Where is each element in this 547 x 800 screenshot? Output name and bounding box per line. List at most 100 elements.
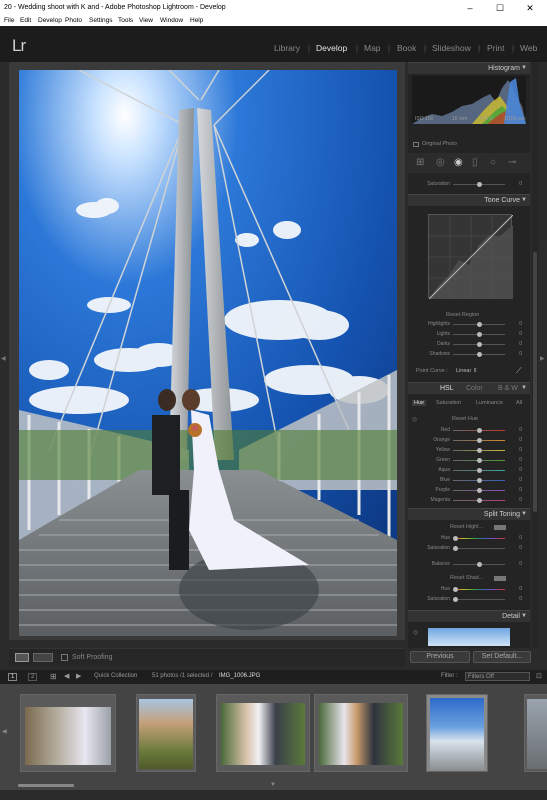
slider-knob[interactable] (477, 458, 482, 463)
photo-canvas[interactable] (9, 62, 405, 640)
hsl-slider-value[interactable]: 0 (519, 487, 522, 493)
slider-knob[interactable] (477, 498, 482, 503)
red-eye-icon[interactable]: ◉ (454, 157, 463, 168)
hsl-slider-value[interactable]: 0 (519, 477, 522, 483)
module-library[interactable]: Library (274, 43, 300, 53)
menu-view[interactable]: View (139, 17, 153, 24)
highlights-color-swatch[interactable] (494, 525, 506, 530)
color-tab[interactable]: Color (466, 385, 483, 392)
hsl-slider-red[interactable]: Red 0 (408, 426, 530, 435)
hsl-slider-value[interactable]: 0 (519, 497, 522, 503)
split-saturation-value[interactable]: 0 (519, 545, 522, 551)
reset-hue-button[interactable]: Reset Hue (452, 416, 478, 422)
tone-curve-graph[interactable] (428, 214, 514, 300)
edit-point-curve-icon[interactable]: ⟋ (516, 366, 522, 376)
target-adjustment-icon[interactable]: ◎ (412, 416, 417, 423)
set-default-button[interactable]: Set Default... (473, 651, 531, 663)
reset-shadows-button[interactable]: Reset Shad... (450, 575, 483, 581)
slider-track[interactable] (453, 599, 505, 600)
tone-lights-value[interactable]: 0 (519, 331, 522, 337)
detail-preview[interactable] (428, 628, 510, 646)
tone-highlights-slider[interactable]: Highlights 0 (408, 320, 530, 329)
filmstrip-left-icon[interactable]: ◀ (2, 728, 7, 735)
reset-highlights-button[interactable]: Reset Highl... (450, 524, 483, 530)
menu-edit[interactable]: Edit (20, 17, 31, 24)
bottom-panel-toggle-icon[interactable]: ▼ (270, 782, 276, 788)
slider-knob[interactable] (477, 488, 482, 493)
split-hue-slider[interactable]: Hue 0 (408, 534, 530, 543)
hsl-slider-yellow[interactable]: Yellow 0 (408, 446, 530, 455)
slider-knob[interactable] (477, 322, 482, 327)
subtab-all[interactable]: All (516, 400, 522, 406)
hsl-slider-value[interactable]: 0 (519, 457, 522, 463)
crop-overlay-icon[interactable]: ⊞ (416, 157, 424, 168)
left-panel-toggle-icon[interactable]: ◀ (1, 355, 6, 362)
module-print[interactable]: Print (487, 43, 504, 53)
menu-settings[interactable]: Settings (89, 17, 113, 24)
point-curve-select[interactable]: Linear ⇕ (456, 368, 477, 374)
original-photo-checkbox[interactable] (413, 142, 419, 147)
slider-knob[interactable] (477, 342, 482, 347)
right-panel-toggle-icon[interactable]: ▶ (540, 355, 545, 362)
filmstrip-thumb[interactable] (136, 694, 196, 772)
tone-curve-header[interactable]: Tone Curve ▼ (408, 194, 530, 206)
tone-lights-slider[interactable]: Lights 0 (408, 330, 530, 339)
slider-knob[interactable] (477, 562, 482, 567)
slider-knob[interactable] (477, 352, 482, 357)
hsl-slider-blue[interactable]: Blue 0 (408, 476, 530, 485)
monitor-2-button[interactable]: 2 (28, 673, 38, 681)
slider-knob[interactable] (453, 536, 458, 541)
maximize-button[interactable]: ☐ (485, 1, 515, 15)
graduated-filter-icon[interactable]: ▯ (472, 157, 478, 168)
split-balance-value[interactable]: 0 (519, 561, 522, 567)
reset-region-button[interactable]: Reset Region (446, 312, 479, 318)
minimize-button[interactable]: – (455, 1, 485, 15)
menu-window[interactable]: Window (160, 17, 183, 24)
source-label[interactable]: Quick Collection (94, 673, 137, 679)
hsl-header[interactable]: HSL Color B & W ▼ (408, 382, 530, 394)
filmstrip-thumb-selected[interactable] (426, 694, 488, 772)
hsl-slider-value[interactable]: 0 (519, 437, 522, 443)
hsl-slider-green[interactable]: Green 0 (408, 456, 530, 465)
menu-help[interactable]: Help (190, 17, 203, 24)
shadows-color-swatch[interactable] (494, 576, 506, 581)
split-saturation2-slider[interactable]: Saturation 0 (408, 595, 530, 604)
filter-lock-icon[interactable]: ⊡ (536, 672, 542, 680)
split-hue2-slider[interactable]: Hue 0 (408, 585, 530, 594)
loupe-view-button[interactable] (15, 653, 29, 662)
scrollbar-thumb[interactable] (533, 252, 537, 512)
slider-knob[interactable] (477, 478, 482, 483)
spot-removal-icon[interactable]: ◎ (436, 157, 445, 168)
hsl-slider-value[interactable]: 0 (519, 447, 522, 453)
slider-knob[interactable] (477, 468, 482, 473)
module-book[interactable]: Book (397, 43, 416, 53)
filmstrip-thumb[interactable] (524, 694, 547, 772)
menu-photo[interactable]: Photo (65, 17, 82, 24)
split-balance-slider[interactable]: Balance 0 (408, 560, 530, 569)
menu-develop[interactable]: Develop (38, 17, 62, 24)
slider-track[interactable] (453, 589, 505, 590)
slider-knob[interactable] (453, 597, 458, 602)
module-map[interactable]: Map (364, 43, 381, 53)
slider-knob[interactable] (477, 448, 482, 453)
tone-darks-value[interactable]: 0 (519, 341, 522, 347)
adjustment-brush-icon[interactable]: ⊸ (508, 157, 516, 168)
monitor-1-button[interactable]: 1 (8, 673, 18, 681)
slider-knob[interactable] (477, 428, 482, 433)
grid-view-icon[interactable]: ⊞ (50, 672, 57, 681)
main-photo[interactable] (19, 70, 397, 636)
tone-shadows-slider[interactable]: Shadows 0 (408, 350, 530, 359)
slider-track[interactable] (453, 538, 505, 539)
subtab-saturation[interactable]: Saturation (436, 400, 461, 406)
tone-highlights-value[interactable]: 0 (519, 321, 522, 327)
menu-tools[interactable]: Tools (118, 17, 133, 24)
tone-shadows-value[interactable]: 0 (519, 351, 522, 357)
histogram-header[interactable]: Histogram ▼ (408, 62, 530, 74)
slider-knob[interactable] (453, 546, 458, 551)
before-after-view-button[interactable] (33, 653, 53, 662)
split-saturation2-value[interactable]: 0 (519, 596, 522, 602)
hsl-tab[interactable]: HSL (440, 385, 454, 392)
slider-knob[interactable] (453, 587, 458, 592)
hsl-slider-aqua[interactable]: Aqua 0 (408, 466, 530, 475)
module-slideshow[interactable]: Slideshow (432, 43, 471, 53)
